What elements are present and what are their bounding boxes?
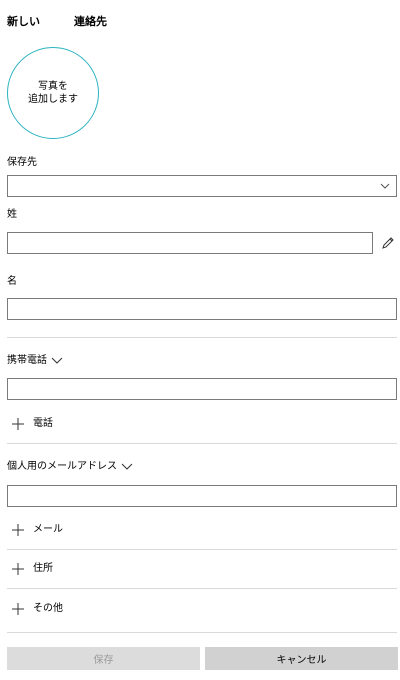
save-location-dropdown[interactable]	[7, 175, 397, 197]
add-photo-button[interactable]: 写真を 追加します	[7, 47, 99, 139]
add-other-label: その他	[33, 603, 63, 614]
add-photo-label: 写真を 追加します	[28, 81, 78, 105]
email-input[interactable]	[7, 485, 397, 507]
divider	[7, 632, 397, 633]
divider	[7, 588, 397, 589]
chevron-down-icon	[380, 183, 390, 189]
cancel-button[interactable]: キャンセル	[205, 647, 398, 670]
add-address-button[interactable]: 住所	[11, 562, 53, 576]
first-name-input[interactable]	[7, 298, 397, 320]
phone-type-selector[interactable]: 携帯電話	[7, 354, 63, 368]
last-name-label: 姓	[7, 209, 17, 220]
chevron-down-icon	[121, 463, 133, 470]
phone-type-label: 携帯電話	[7, 355, 47, 366]
add-other-button[interactable]: その他	[11, 602, 63, 616]
plus-icon	[12, 524, 24, 536]
divider	[7, 337, 397, 338]
add-phone-button[interactable]: 電話	[11, 417, 53, 431]
add-email-label: メール	[33, 524, 63, 535]
new-contact-form: 新しい 連絡先 写真を 追加します 保存先 姓 名 携帯電話 電話 個人用のメー…	[0, 0, 400, 680]
email-type-selector[interactable]: 個人用のメールアドレス	[7, 460, 133, 474]
add-email-button[interactable]: メール	[11, 523, 63, 537]
divider	[7, 549, 397, 550]
plus-icon	[12, 418, 24, 430]
plus-icon	[12, 563, 24, 575]
plus-icon	[12, 603, 24, 615]
chevron-down-icon	[51, 357, 63, 364]
email-type-label: 個人用のメールアドレス	[7, 461, 117, 472]
pencil-icon[interactable]	[381, 236, 395, 250]
first-name-label: 名	[7, 276, 17, 287]
last-name-input[interactable]	[7, 232, 373, 254]
add-address-label: 住所	[33, 563, 53, 574]
phone-input[interactable]	[7, 378, 397, 400]
title-new: 新しい	[7, 15, 40, 28]
add-phone-label: 電話	[33, 418, 53, 429]
title-contact: 連絡先	[74, 15, 107, 28]
save-button[interactable]: 保存	[7, 647, 200, 670]
save-location-label: 保存先	[7, 157, 37, 168]
divider	[7, 443, 397, 444]
